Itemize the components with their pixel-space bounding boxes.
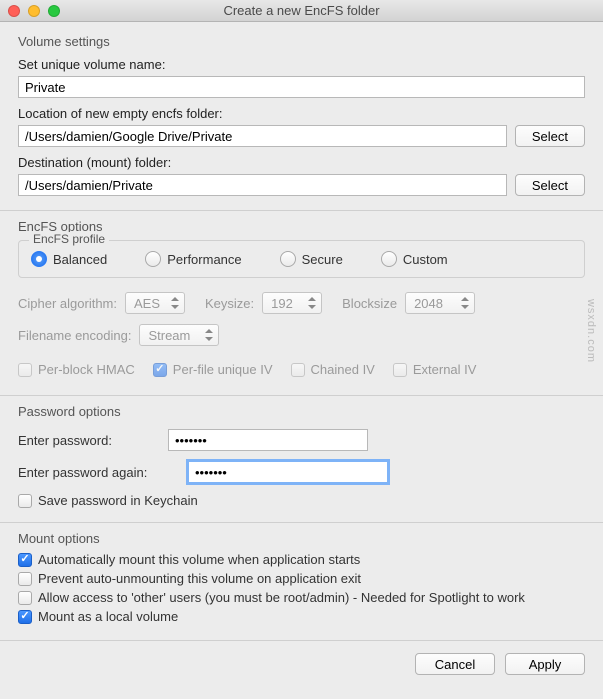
destination-input[interactable]	[18, 174, 507, 196]
window-title: Create a new EncFS folder	[223, 3, 379, 18]
zoom-window-button[interactable]	[48, 5, 60, 17]
per-block-hmac-checkbox[interactable]: Per-block HMAC	[18, 362, 135, 377]
radio-icon	[145, 251, 161, 267]
cancel-button[interactable]: Cancel	[415, 653, 495, 675]
location-select-button[interactable]: Select	[515, 125, 585, 147]
checkbox-icon	[18, 553, 32, 567]
profile-balanced-radio[interactable]: Balanced	[31, 251, 107, 267]
close-window-button[interactable]	[8, 5, 20, 17]
volume-name-input[interactable]	[18, 76, 585, 98]
prevent-unmount-checkbox[interactable]: Prevent auto-unmounting this volume on a…	[18, 571, 585, 586]
divider	[0, 210, 603, 211]
filename-encoding-label: Filename encoding:	[18, 328, 131, 343]
encfs-profile-legend: EncFS profile	[29, 232, 109, 246]
per-file-iv-label: Per-file unique IV	[173, 362, 273, 377]
chained-iv-label: Chained IV	[311, 362, 375, 377]
per-block-hmac-label: Per-block HMAC	[38, 362, 135, 377]
profile-secure-label: Secure	[302, 252, 343, 267]
location-input[interactable]	[18, 125, 507, 147]
chained-iv-checkbox[interactable]: Chained IV	[291, 362, 375, 377]
checkbox-icon	[18, 572, 32, 586]
keysize-label: Keysize:	[205, 296, 254, 311]
profile-performance-label: Performance	[167, 252, 241, 267]
allow-other-checkbox[interactable]: Allow access to 'other' users (you must …	[18, 590, 585, 605]
keysize-select[interactable]: 192	[262, 292, 322, 314]
destination-label: Destination (mount) folder:	[18, 155, 585, 170]
volume-name-label: Set unique volume name:	[18, 57, 585, 72]
external-iv-label: External IV	[413, 362, 477, 377]
volume-settings-label: Volume settings	[18, 34, 585, 49]
auto-mount-checkbox[interactable]: Automatically mount this volume when app…	[18, 552, 585, 567]
local-volume-label: Mount as a local volume	[38, 609, 178, 624]
allow-other-label: Allow access to 'other' users (you must …	[38, 590, 525, 605]
profile-balanced-label: Balanced	[53, 252, 107, 267]
per-file-iv-checkbox[interactable]: Per-file unique IV	[153, 362, 273, 377]
auto-mount-label: Automatically mount this volume when app…	[38, 552, 360, 567]
password-input[interactable]	[168, 429, 368, 451]
checkbox-icon	[18, 494, 32, 508]
blocksize-label: Blocksize	[342, 296, 397, 311]
profile-custom-label: Custom	[403, 252, 448, 267]
password-label: Enter password:	[18, 433, 158, 448]
password-options-label: Password options	[18, 404, 585, 419]
checkbox-icon	[18, 363, 32, 377]
checkbox-icon	[291, 363, 305, 377]
apply-button[interactable]: Apply	[505, 653, 585, 675]
radio-icon	[31, 251, 47, 267]
mount-options-label: Mount options	[18, 531, 585, 546]
filename-encoding-select[interactable]: Stream	[139, 324, 219, 346]
blocksize-select[interactable]: 2048	[405, 292, 475, 314]
minimize-window-button[interactable]	[28, 5, 40, 17]
location-label: Location of new empty encfs folder:	[18, 106, 585, 121]
profile-performance-radio[interactable]: Performance	[145, 251, 241, 267]
profile-custom-radio[interactable]: Custom	[381, 251, 448, 267]
save-keychain-label: Save password in Keychain	[38, 493, 198, 508]
save-keychain-checkbox[interactable]: Save password in Keychain	[18, 493, 585, 508]
cipher-select[interactable]: AES	[125, 292, 185, 314]
cipher-label: Cipher algorithm:	[18, 296, 117, 311]
external-iv-checkbox[interactable]: External IV	[393, 362, 477, 377]
watermark: wsxdn.com	[585, 299, 597, 363]
encfs-profile-group: EncFS profile Balanced Performance Secur…	[18, 240, 585, 278]
profile-secure-radio[interactable]: Secure	[280, 251, 343, 267]
prevent-unmount-label: Prevent auto-unmounting this volume on a…	[38, 571, 361, 586]
dialog-content: wsxdn.com Volume settings Set unique vol…	[0, 22, 603, 640]
divider	[0, 522, 603, 523]
dialog-footer: Cancel Apply	[0, 640, 603, 687]
password-again-label: Enter password again:	[18, 465, 178, 480]
radio-icon	[381, 251, 397, 267]
titlebar: Create a new EncFS folder	[0, 0, 603, 22]
local-volume-checkbox[interactable]: Mount as a local volume	[18, 609, 585, 624]
password-again-input[interactable]	[188, 461, 388, 483]
divider	[0, 395, 603, 396]
radio-icon	[280, 251, 296, 267]
checkbox-icon	[18, 610, 32, 624]
checkbox-icon	[153, 363, 167, 377]
checkbox-icon	[18, 591, 32, 605]
destination-select-button[interactable]: Select	[515, 174, 585, 196]
checkbox-icon	[393, 363, 407, 377]
traffic-lights	[8, 5, 60, 17]
